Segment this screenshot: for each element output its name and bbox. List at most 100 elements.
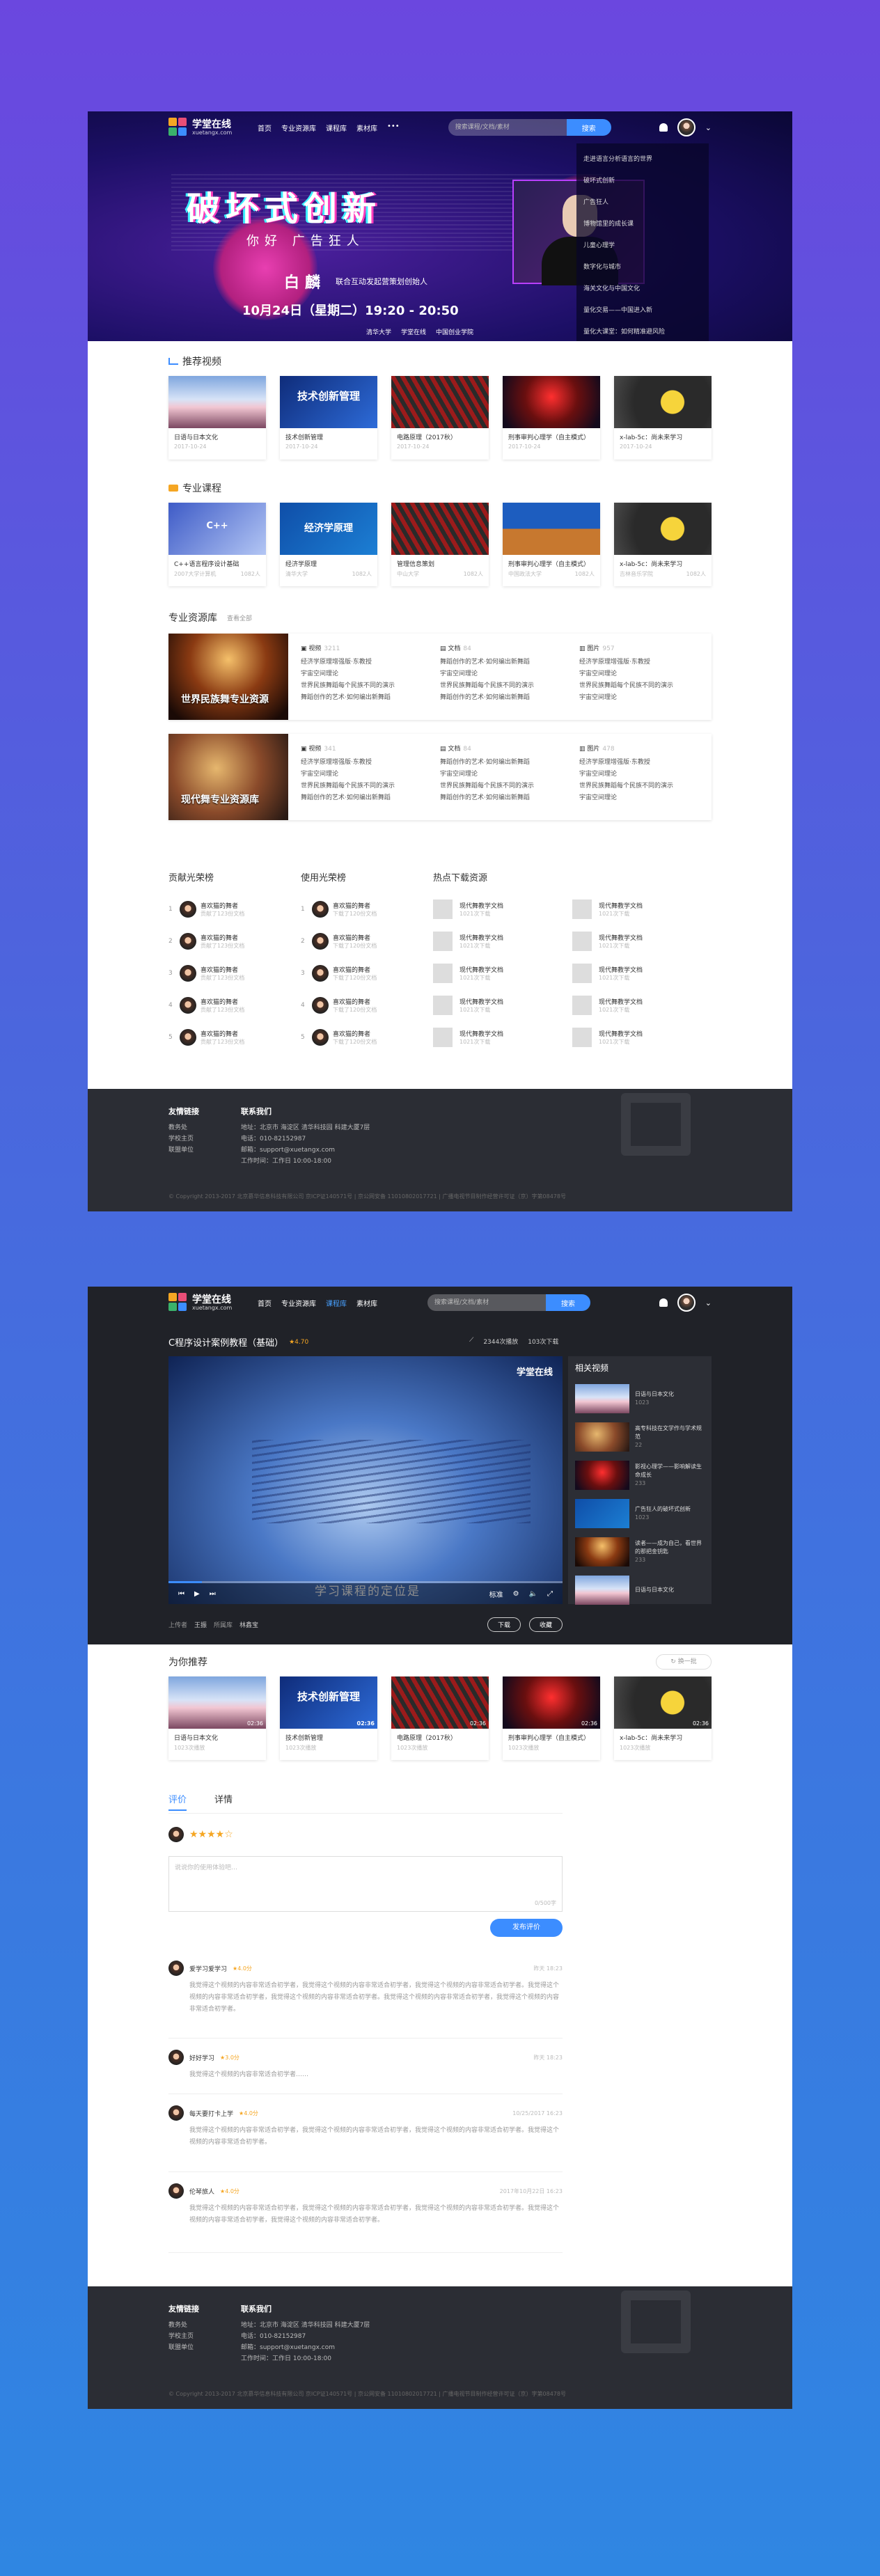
video-card[interactable]: 日语与日本文化 2017-10-24 [168,376,266,460]
related-item[interactable]: 读者——成为自己，看世界的那把金钥匙 233 [568,1532,712,1571]
brand-logo[interactable]: 学堂在线 xuetangx.com [168,118,249,137]
search-input[interactable] [427,1294,546,1311]
resource-link[interactable]: 世界民族舞蹈每个民族不同的演示 [440,780,567,792]
rank-row[interactable]: 1 喜欢猫的舞者 贡献了123份文档 [168,893,301,925]
search-button[interactable]: 搜索 [546,1294,590,1311]
refresh-button[interactable]: ↻ 换一批 [656,1654,712,1670]
hot-item[interactable]: 现代舞教学文档 1021次下载 [572,957,712,989]
submit-review-button[interactable]: 发布评价 [490,1919,563,1937]
video-card[interactable]: 技术创新管理 02:36 技术创新管理 1023次播放 [280,1676,377,1760]
resource-link[interactable]: 世界民族舞蹈每个民族不同的演示 [440,680,567,692]
related-item[interactable]: 广告狂人的破坏式创新 1023 [568,1494,712,1532]
resource-link[interactable]: 宇宙空间理论 [301,668,427,680]
next-icon[interactable]: ⏭ [210,1590,216,1598]
nav-item-materials[interactable]: 素材库 [356,1298,377,1308]
rank-row[interactable]: 5 喜欢猫的舞者 下载了120份文档 [301,1021,433,1053]
resource-link[interactable]: 舞蹈创作的艺术·如何编出新舞蹈 [440,757,567,769]
commenter-name[interactable]: 好好学习 [189,2053,214,2062]
nav-item-more[interactable]: ••• [387,123,400,133]
tab-review[interactable]: 评价 [168,1792,187,1811]
footer-link[interactable]: 教务处 [168,2320,199,2331]
video-card[interactable]: 02:36 x-lab-5c：尚未来学习 1023次播放 [614,1676,712,1760]
course-card[interactable]: 经济学原理 经济学原理 清华大学 1082人 [280,503,377,586]
prev-icon[interactable]: ⏮ [178,1590,184,1598]
dropdown-item[interactable]: 数字化与城市 [583,257,702,278]
hot-item[interactable]: 现代舞教学文档 1021次下载 [572,925,712,957]
nav-item-home[interactable]: 首页 [258,123,272,133]
hot-item[interactable]: 现代舞教学文档 1021次下载 [433,1021,572,1053]
nav-item-library[interactable]: 专业资源库 [281,123,316,133]
fullscreen-icon[interactable]: ⤢ [547,1590,553,1598]
resource-link[interactable]: 经济学原理增强版·东教授 [301,657,427,668]
resource-link[interactable]: 宇宙空间理论 [440,668,567,680]
star-rating[interactable]: ★★★★☆ [189,1829,233,1840]
course-card[interactable]: 刑事审判心理学（自主模式） 中国政法大学 1082人 [503,503,600,586]
library-cover[interactable]: 现代舞专业资源库 [168,734,288,820]
dropdown-item[interactable]: 儿童心理学 [583,235,702,257]
commenter-name[interactable]: 爱学习爱学习 [189,1964,227,1973]
rank-row[interactable]: 3 喜欢猫的舞者 下载了120份文档 [301,957,433,989]
resource-link[interactable]: 舞蹈创作的艺术·如何编出新舞蹈 [301,692,427,704]
chevron-down-icon[interactable]: ⌄ [705,123,712,132]
footer-link[interactable]: 联盟单位 [168,1145,199,1156]
video-card[interactable]: 02:36 电路原理（2017秋） 1023次播放 [391,1676,489,1760]
resource-link[interactable]: 宇宙空间理论 [579,668,706,680]
rank-row[interactable]: 4 喜欢猫的舞者 下载了120份文档 [301,989,433,1021]
hot-item[interactable]: 现代舞教学文档 1021次下载 [433,893,572,925]
view-all-link[interactable]: 查看全部 [227,613,252,622]
resource-link[interactable]: 宇宙空间理论 [579,792,706,804]
search-button[interactable]: 搜索 [566,119,611,136]
related-item[interactable]: 日语与日本文化 1023 [568,1379,712,1417]
video-card[interactable]: 02:36 日语与日本文化 1023次播放 [168,1676,266,1760]
resource-link[interactable]: 世界民族舞蹈每个民族不同的演示 [579,680,706,692]
search-input[interactable] [448,119,567,136]
resource-link[interactable]: 宇宙空间理论 [579,692,706,704]
play-icon[interactable]: ▶ [194,1590,200,1598]
footer-link[interactable]: 学校主页 [168,1133,199,1145]
nav-item-library[interactable]: 专业资源库 [281,1298,316,1308]
bell-icon[interactable] [659,123,668,132]
rank-row[interactable]: 2 喜欢猫的舞者 贡献了123份文档 [168,925,301,957]
footer-link[interactable]: 联盟单位 [168,2342,199,2353]
uploader-name[interactable]: 王振 [194,1620,207,1629]
nav-item-home[interactable]: 首页 [258,1298,272,1308]
hot-item[interactable]: 现代舞教学文档 1021次下载 [433,957,572,989]
resource-link[interactable]: 舞蹈创作的艺术·如何编出新舞蹈 [440,657,567,668]
hot-item[interactable]: 现代舞教学文档 1021次下载 [572,893,712,925]
resource-link[interactable]: 经济学原理增强版·东教授 [301,757,427,769]
hot-item[interactable]: 现代舞教学文档 1021次下载 [433,925,572,957]
rank-row[interactable]: 4 喜欢猫的舞者 贡献了123份文档 [168,989,301,1021]
library-name[interactable]: 林鑫宝 [239,1620,258,1629]
resource-link[interactable]: 舞蹈创作的艺术·如何编出新舞蹈 [440,792,567,804]
quality-select[interactable]: 标准 [489,1589,503,1599]
course-card[interactable]: 管理信息策划 中山大学 1082人 [391,503,489,586]
related-item[interactable]: 影视心理学——影响解读生命成长 233 [568,1456,712,1494]
resource-link[interactable]: 世界民族舞蹈每个民族不同的演示 [301,780,427,792]
dropdown-item[interactable]: 量化大课堂：如何精准避风险 [583,322,702,343]
rank-row[interactable]: 5 喜欢猫的舞者 贡献了123份文档 [168,1021,301,1053]
hot-item[interactable]: 现代舞教学文档 1021次下载 [433,989,572,1021]
rank-row[interactable]: 2 喜欢猫的舞者 下载了120份文档 [301,925,433,957]
bell-icon[interactable] [659,1298,668,1307]
nav-item-materials[interactable]: 素材库 [356,123,377,133]
hot-item[interactable]: 现代舞教学文档 1021次下载 [572,989,712,1021]
dropdown-item[interactable]: 量化交易——中国进入新 [583,300,702,322]
course-card[interactable]: x-lab-5c：尚未来学习 吉林音乐学院 1082人 [614,503,712,586]
related-item[interactable]: 高专科技在文学作与学术规范 22 [568,1417,712,1456]
resource-link[interactable]: 宇宙空间理论 [579,769,706,780]
hot-item[interactable]: 现代舞教学文档 1021次下载 [572,1021,712,1053]
resource-link[interactable]: 宇宙空间理论 [440,769,567,780]
review-textarea[interactable]: 说说你的使用体验吧… 0/500字 [168,1856,563,1912]
chevron-down-icon[interactable]: ⌄ [705,1298,712,1307]
rank-row[interactable]: 3 喜欢猫的舞者 贡献了123份文档 [168,957,301,989]
brand-logo[interactable]: 学堂在线 xuetangx.com [168,1293,249,1312]
related-item[interactable]: 日语与日本文化 [568,1571,712,1609]
video-card[interactable]: 刑事审判心理学（自主模式） 2017-10-24 [503,376,600,460]
resource-link[interactable]: 舞蹈创作的艺术·如何编出新舞蹈 [301,792,427,804]
resource-link[interactable]: 世界民族舞蹈每个民族不同的演示 [301,680,427,692]
video-card[interactable]: x-lab-5c：尚未来学习 2017-10-24 [614,376,712,460]
resource-link[interactable]: 宇宙空间理论 [301,769,427,780]
footer-link[interactable]: 教务处 [168,1122,199,1133]
nav-item-courses[interactable]: 课程库 [326,123,347,133]
video-card[interactable]: 02:36 刑事审判心理学（自主模式） 1023次播放 [503,1676,600,1760]
